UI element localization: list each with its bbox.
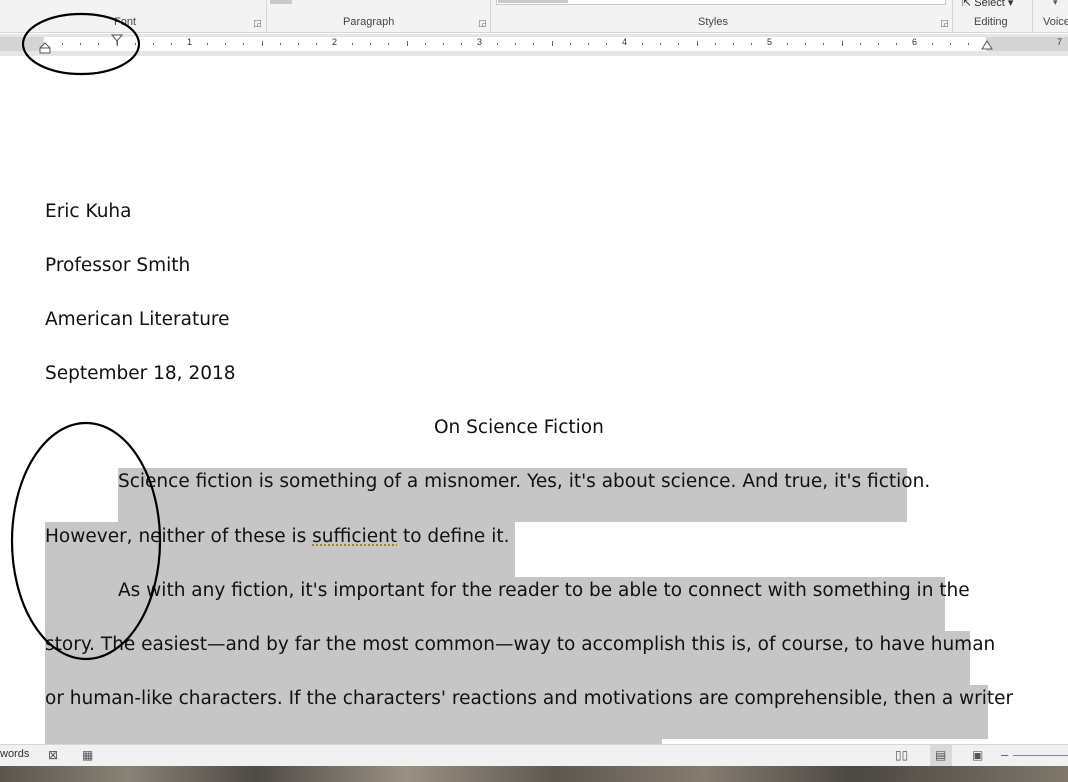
author-name: Eric Kuha: [45, 199, 131, 225]
document-page[interactable]: Eric Kuha Professor Smith American Liter…: [0, 56, 1068, 744]
ribbon: Font ◲ Paragraph ◲ Styles ◲ ⇱ Select ▾ E…: [0, 0, 1068, 33]
ruler-tick: [533, 43, 534, 45]
word-count[interactable]: words: [0, 748, 29, 760]
desktop-background: [0, 766, 1068, 782]
ruler-tick: [443, 43, 444, 45]
paragraph-gallery-fragment[interactable]: [270, 0, 292, 4]
ruler-number: 7: [1057, 37, 1062, 47]
ruler-tick: [932, 43, 933, 45]
ruler-tick: [316, 43, 317, 45]
ruler-number: 5: [767, 37, 772, 47]
ruler-tick: [570, 43, 571, 45]
misspelled-word[interactable]: sufficient: [312, 526, 397, 547]
ruler-tick: [388, 43, 389, 45]
ruler-tick: [878, 43, 879, 45]
styles-gallery-selected[interactable]: [498, 0, 568, 3]
ruler-tick: [225, 43, 226, 45]
paragraph-dialog-launcher-icon[interactable]: ◲: [478, 19, 487, 28]
status-bar: words ⊠ ▦ ▯▯ ▤ ▣ –: [0, 744, 1068, 766]
chevron-down-icon[interactable]: ▾: [1053, 0, 1058, 8]
zoom-out-icon[interactable]: –: [1001, 748, 1008, 762]
ruler-tick: [842, 41, 843, 46]
document-title: On Science Fiction: [434, 415, 604, 441]
ruler-tick: [370, 43, 371, 45]
ruler-tick: [515, 43, 516, 45]
ruler-tick: [298, 43, 299, 45]
ruler-number: 3: [477, 37, 482, 47]
ruler-tick: [950, 43, 951, 45]
zoom-slider[interactable]: [1013, 755, 1068, 756]
ruler-tick: [823, 43, 824, 45]
ruler-right-margin: [986, 37, 1068, 51]
ruler-tick: [280, 43, 281, 45]
group-divider: [952, 0, 953, 32]
ruler-tick: [678, 43, 679, 45]
voice-group-label: Voice: [1043, 16, 1068, 28]
ruler-tick: [262, 41, 263, 46]
professor-name: Professor Smith: [45, 253, 190, 279]
document-date: September 18, 2018: [45, 361, 236, 387]
styles-group-label: Styles: [698, 16, 728, 28]
ruler-tick: [660, 43, 661, 45]
body-line: Science fiction is something of a misnom…: [118, 469, 930, 495]
ruler-tick: [733, 43, 734, 45]
styles-dialog-launcher-icon[interactable]: ◲: [940, 19, 949, 28]
font-group-label: Font: [114, 16, 136, 28]
right-indent-icon[interactable]: [981, 40, 993, 50]
ruler-tick: [588, 43, 589, 45]
ruler-tick: [171, 43, 172, 45]
editing-group-label: Editing: [974, 16, 1008, 28]
ruler-tick: [461, 43, 462, 45]
macro-icon[interactable]: ▦: [82, 748, 93, 762]
ruler-tick: [642, 43, 643, 45]
select-button-label: Select ▾: [974, 0, 1013, 9]
web-layout-icon[interactable]: ▣: [972, 748, 983, 762]
ruler-number: 1: [187, 37, 192, 47]
print-layout-icon[interactable]: ▤: [935, 748, 946, 762]
hanging-indent-icon[interactable]: [39, 42, 51, 54]
body-line: However, neither of these is sufficient …: [45, 524, 509, 550]
ruler-tick: [805, 43, 806, 45]
paragraph-group-label: Paragraph: [343, 16, 394, 28]
course-name: American Literature: [45, 307, 230, 333]
text-run: to define it.: [397, 526, 509, 547]
ruler-tick: [751, 43, 752, 45]
ruler-number: 4: [622, 37, 627, 47]
font-dialog-launcher-icon[interactable]: ◲: [253, 19, 262, 28]
group-divider: [1032, 0, 1033, 32]
select-button[interactable]: ⇱ Select ▾: [962, 0, 1013, 9]
ruler-tick: [153, 43, 154, 45]
proofing-icon[interactable]: ⊠: [48, 748, 58, 762]
ruler-tick: [98, 43, 99, 45]
ruler-tick: [407, 41, 408, 46]
read-mode-icon[interactable]: ▯▯: [895, 748, 908, 762]
group-divider: [266, 0, 267, 32]
ruler-tick: [62, 43, 63, 45]
first-line-indent-icon[interactable]: [111, 34, 123, 46]
ruler-number: 2: [332, 37, 337, 47]
ruler-tick: [352, 43, 353, 45]
ruler-tick: [787, 43, 788, 45]
ruler-tick: [860, 43, 861, 45]
ruler-left-margin: [0, 37, 44, 51]
body-line: story. The easiest—and by far the most c…: [45, 632, 995, 658]
ruler-tick: [896, 43, 897, 45]
ruler-tick: [552, 41, 553, 46]
ruler-tick: [697, 41, 698, 46]
ruler-tick: [425, 43, 426, 45]
body-line: As with any fiction, it's important for …: [118, 578, 970, 604]
group-divider: [490, 0, 491, 32]
text-run: However, neither of these is: [45, 526, 312, 547]
ruler-tick: [207, 43, 208, 45]
ruler-tick: [715, 43, 716, 45]
body-line: or human-like characters. If the charact…: [45, 686, 1013, 712]
ruler-number: 6: [912, 37, 917, 47]
ruler-tick: [135, 43, 136, 45]
ruler-tick: [968, 43, 969, 45]
ruler-tick: [243, 43, 244, 45]
cursor-arrow-icon: ⇱: [962, 0, 974, 9]
ruler-tick: [80, 43, 81, 45]
ruler-tick: [497, 43, 498, 45]
ruler-tick: [606, 43, 607, 45]
